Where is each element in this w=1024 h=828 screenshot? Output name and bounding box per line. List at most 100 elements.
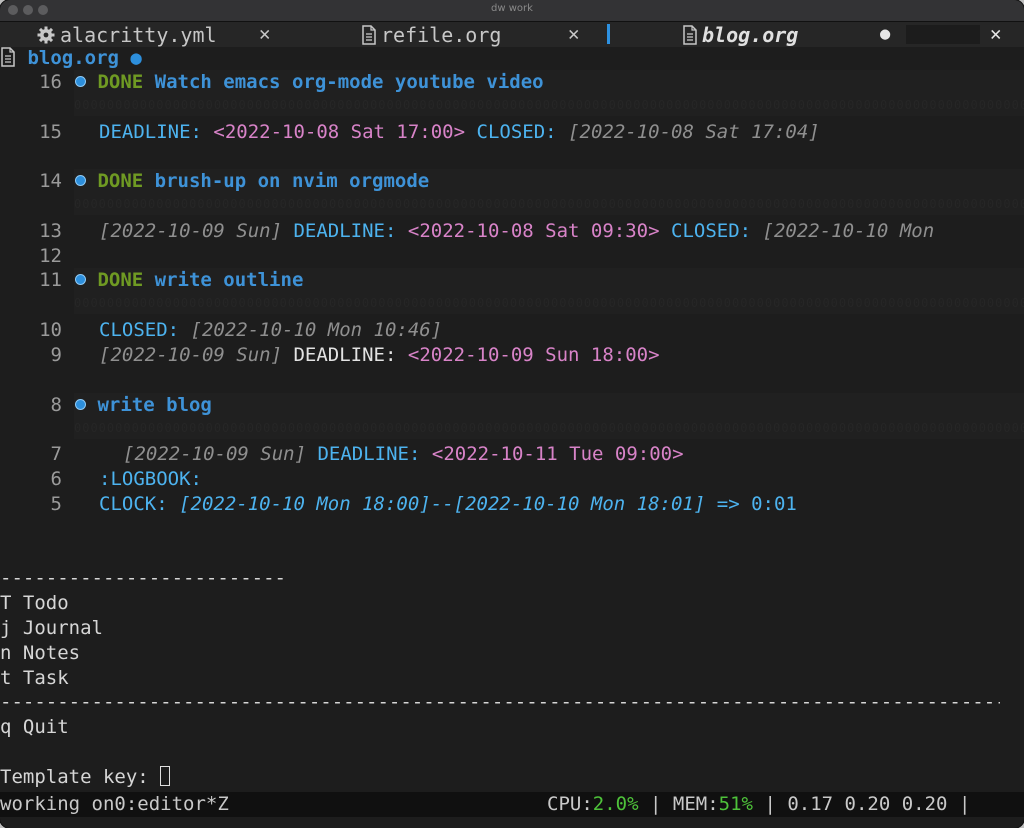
line-number: 8 xyxy=(50,394,62,416)
org-planning-line: CLOSED: [2022-10-10 Mon 10:46] xyxy=(99,318,442,343)
org-planning-line: [2022-10-09 Sun] DEADLINE: <2022-10-09 S… xyxy=(99,343,660,368)
org-heading[interactable]: DONE brush-up on nvim orgmode xyxy=(75,169,429,194)
deadline-keyword: DEADLINE: xyxy=(317,443,421,465)
menu-item-todo[interactable]: T Todo xyxy=(0,591,69,616)
line-number: 13 xyxy=(39,220,62,242)
file-icon xyxy=(683,24,697,45)
closed-keyword: CLOSED: xyxy=(476,121,557,143)
org-planning-line: DEADLINE: <2022-10-08 Sat 17:00> CLOSED:… xyxy=(99,120,820,145)
tab-label: refile.org xyxy=(381,22,502,47)
window-title: dw work xyxy=(491,3,533,14)
menu-label: Journal xyxy=(22,617,103,639)
heading-bullet-icon xyxy=(75,75,86,87)
session-info: working on0:editor*Z xyxy=(0,793,229,815)
todo-keyword: DONE xyxy=(97,170,144,192)
separator: | xyxy=(649,793,662,815)
line-number: 10 xyxy=(39,319,62,341)
menu-key: t xyxy=(0,667,12,689)
prompt-label: Template key: xyxy=(0,766,149,788)
org-planning-line: [2022-10-09 Sun] DEADLINE: <2022-10-08 S… xyxy=(99,219,934,244)
deadline-timestamp: <2022-10-09 Sun 18:00> xyxy=(407,344,660,366)
line-number: 16 xyxy=(39,71,62,93)
mem-label: MEM: xyxy=(672,793,719,815)
tab-close-button[interactable]: ✕ xyxy=(990,22,1001,47)
org-heading[interactable]: DONE write outline xyxy=(75,268,303,293)
todo-keyword: DONE xyxy=(97,269,144,291)
buffer-name-row: blog.org ● xyxy=(0,46,142,71)
file-icon xyxy=(362,24,376,45)
tab-bar-empty-slot xyxy=(906,25,980,44)
status-bar: working on0:editor*Z CPU:2.0% | MEM:51% … xyxy=(0,792,1024,817)
inactive-timestamp: [2022-10-09 Sun] xyxy=(99,220,283,242)
tab-close-button[interactable]: ✕ xyxy=(568,22,579,47)
deadline-keyword: DEADLINE: xyxy=(99,121,202,143)
deadline-keyword: DEADLINE: xyxy=(293,220,397,242)
gear-icon xyxy=(37,26,55,43)
tab-label: blog.org xyxy=(702,22,799,47)
tab-refile-org[interactable]: refile.org xyxy=(361,22,501,47)
menu-separator: ----------------------------------------… xyxy=(0,691,1000,713)
inactive-timestamp: [2022-10-09 Sun] xyxy=(123,443,307,465)
terminal-window: dw work alacritty.yml ✕ refile.org ✕ blo… xyxy=(0,0,1024,828)
heading-title: Watch emacs org-mode youtube video xyxy=(154,71,544,93)
tab-alacritty-yml[interactable]: alacritty.yml xyxy=(36,22,217,47)
separator: | xyxy=(958,793,971,815)
load-average: 0.17 0.20 0.20 xyxy=(787,793,948,815)
line-number: 6 xyxy=(50,468,62,490)
tab-blog-org-title: blog.org xyxy=(682,22,798,47)
menu-item-task[interactable]: t Task xyxy=(0,666,69,691)
clock-result: => 0:01 xyxy=(716,493,797,515)
menu-separator: ------------------------- xyxy=(0,567,286,589)
clock-range: [2022-10-10 Mon 18:00]--[2022-10-10 Mon … xyxy=(179,493,706,515)
line-number: 12 xyxy=(39,245,62,267)
heading-title: write outline xyxy=(154,269,304,291)
menu-label: Task xyxy=(22,667,69,689)
inactive-timestamp: [2022-10-09 Sun] xyxy=(99,344,283,366)
menu-key: n xyxy=(0,642,12,664)
active-tab-indicator xyxy=(607,24,610,44)
modified-dot-icon: ● xyxy=(130,47,142,69)
menu-item-quit[interactable]: q Quit xyxy=(0,715,69,740)
closed-timestamp: [2022-10-10 Mon xyxy=(762,220,935,242)
menu-item-journal[interactable]: j Journal xyxy=(0,616,103,641)
heading-bullet-icon xyxy=(75,273,86,285)
heading-bullet-icon xyxy=(75,398,86,410)
menu-key: T xyxy=(0,592,12,614)
line-number: 11 xyxy=(39,269,62,291)
conceal-glyph-row: 0000000000000000000000000000000000000000… xyxy=(74,421,1024,435)
modified-dot-icon: ● xyxy=(880,24,891,44)
title-bar: dw work xyxy=(0,0,1024,22)
heading-bullet-icon xyxy=(75,174,86,186)
closed-timestamp: [2022-10-10 Mon 10:46] xyxy=(190,319,443,341)
closed-keyword: CLOSED: xyxy=(671,220,752,242)
closed-timestamp: [2022-10-08 Sat 17:04] xyxy=(568,121,820,143)
file-icon xyxy=(1,47,15,67)
buffer-name[interactable]: blog.org xyxy=(27,47,119,69)
cpu-label: CPU: xyxy=(547,793,593,815)
heading-title: write blog xyxy=(97,394,212,416)
menu-item-notes[interactable]: n Notes xyxy=(0,641,80,666)
deadline-keyword: DEADLINE: xyxy=(293,344,397,366)
org-heading[interactable]: write blog xyxy=(75,393,212,418)
heading-title: brush-up on nvim orgmode xyxy=(154,170,430,192)
conceal-glyph-row: 0000000000000000000000000000000000000000… xyxy=(74,296,1024,310)
org-heading[interactable]: DONE Watch emacs org-mode youtube video xyxy=(75,70,544,95)
menu-label: Notes xyxy=(22,642,81,664)
menu-key: q xyxy=(0,716,12,738)
line-number: 7 xyxy=(50,443,62,465)
menu-key: j xyxy=(0,617,12,639)
system-stats: CPU:2.0% | MEM:51% | 0.17 0.20 0.20 | xyxy=(547,792,970,817)
tab-label: alacritty.yml xyxy=(60,22,217,47)
conceal-glyph-row: 0000000000000000000000000000000000000000… xyxy=(74,197,1024,211)
clock-keyword: CLOCK: xyxy=(99,493,168,515)
org-planning-line: [2022-10-09 Sun] DEADLINE: <2022-10-11 T… xyxy=(123,442,684,467)
tab-close-button[interactable]: ✕ xyxy=(259,22,270,47)
line-number: 14 xyxy=(39,170,62,192)
line-number: 5 xyxy=(50,493,62,515)
template-key-prompt[interactable]: Template key: xyxy=(0,765,171,790)
mem-value: 51% xyxy=(718,793,753,815)
text-cursor xyxy=(160,766,171,786)
deadline-timestamp: <2022-10-11 Tue 09:00> xyxy=(431,443,684,465)
separator: | xyxy=(764,793,776,815)
cpu-value: 2.0% xyxy=(592,793,639,815)
